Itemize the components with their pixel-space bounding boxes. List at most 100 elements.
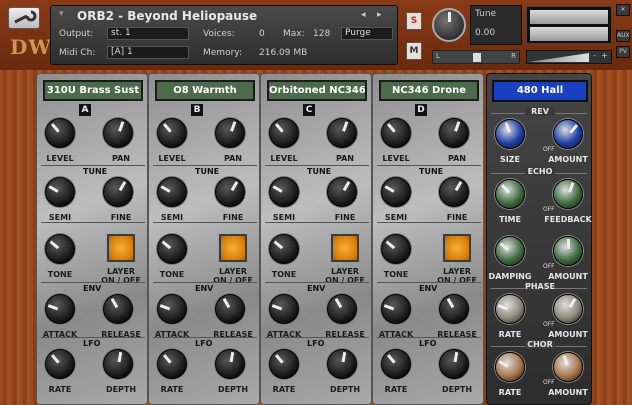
purge-label: Purge	[345, 28, 371, 38]
preset-display[interactable]: NC346 Drone	[379, 80, 479, 101]
semi-knob[interactable]	[381, 177, 411, 207]
rate-label: RATE	[498, 330, 522, 339]
section-divider	[41, 282, 145, 283]
pan-thumb[interactable]	[473, 53, 481, 62]
solo-button[interactable]: S	[406, 12, 422, 30]
tone-knob[interactable]	[269, 234, 299, 264]
output-label: Output:	[59, 29, 94, 39]
effects-panel: 480 Hall REV SIZE AMOUNT OFF ECHO TIME FEEDBAC…	[486, 73, 592, 405]
section-label-env: ENV	[195, 284, 214, 293]
level-knob[interactable]	[157, 118, 187, 148]
layer-toggle-button[interactable]	[219, 234, 247, 262]
channel-letter: B	[191, 104, 203, 116]
fx-section-echo: ECHO	[525, 167, 555, 176]
attack-knob[interactable]	[269, 294, 299, 324]
layer-toggle-button[interactable]	[331, 234, 359, 262]
level-knob[interactable]	[45, 118, 75, 148]
rate-knob[interactable]	[269, 349, 299, 379]
tone-knob[interactable]	[381, 234, 411, 264]
purge-select[interactable]: Purge	[341, 27, 393, 40]
release-knob[interactable]	[215, 294, 245, 324]
preset-display[interactable]: 310U Brass Sust	[43, 80, 143, 101]
tune-value[interactable]: 0.00	[475, 28, 495, 38]
pan-label: PAN	[223, 154, 242, 163]
volume-slider[interactable]: - +	[526, 50, 612, 64]
mute-button[interactable]: M	[406, 42, 422, 60]
echo-damping-knob[interactable]	[495, 236, 525, 266]
output-select[interactable]: st. 1	[107, 27, 189, 40]
pan-knob[interactable]	[215, 118, 245, 148]
rev-amount-knob[interactable]	[553, 119, 583, 149]
instrument-icon: ▾	[59, 9, 64, 19]
echo-feedback-knob[interactable]	[553, 179, 583, 209]
level-knob[interactable]	[381, 118, 411, 148]
layer-label: LAYER	[219, 267, 247, 276]
channel-letter: C	[303, 104, 315, 116]
tone-knob[interactable]	[157, 234, 187, 264]
chor-rate-knob[interactable]	[495, 352, 525, 382]
echo-amount-knob[interactable]	[553, 236, 583, 266]
semi-label: SEMI	[48, 213, 72, 222]
section-label-lfo: LFO	[307, 339, 325, 348]
attack-knob[interactable]	[45, 294, 75, 324]
close-icon[interactable]: ✕	[616, 4, 630, 16]
voices-value: 0	[259, 29, 265, 39]
semi-label: SEMI	[160, 213, 184, 222]
fine-knob[interactable]	[103, 177, 133, 207]
phase-amount-knob[interactable]	[553, 294, 583, 324]
rate-knob[interactable]	[157, 349, 187, 379]
instrument-title[interactable]: ORB2 - Beyond Heliopause	[77, 9, 257, 23]
tone-knob[interactable]	[45, 234, 75, 264]
next-arrow-icon[interactable]: ▸	[377, 10, 382, 20]
release-knob[interactable]	[439, 294, 469, 324]
echo-time-knob[interactable]	[495, 179, 525, 209]
fine-knob[interactable]	[327, 177, 357, 207]
preset-display[interactable]: Orbitoned NC346	[267, 80, 367, 101]
fine-knob[interactable]	[215, 177, 245, 207]
preset-display[interactable]: O8 Warmth	[155, 80, 255, 101]
reverb-preset-display[interactable]: 480 Hall	[492, 80, 588, 102]
section-label-lfo: LFO	[419, 339, 437, 348]
pan-knob[interactable]	[327, 118, 357, 148]
max-value[interactable]: 128	[313, 29, 330, 39]
semi-label: SEMI	[272, 213, 296, 222]
tune-knob[interactable]	[432, 8, 466, 42]
depth-knob[interactable]	[103, 349, 133, 379]
pan-label: PAN	[111, 154, 130, 163]
release-knob[interactable]	[103, 294, 133, 324]
section-divider	[41, 165, 145, 166]
attack-knob[interactable]	[157, 294, 187, 324]
fine-label: FINE	[446, 213, 468, 222]
pan-knob[interactable]	[439, 118, 469, 148]
semi-knob[interactable]	[45, 177, 75, 207]
rev-size-knob[interactable]	[495, 119, 525, 149]
release-knob[interactable]	[327, 294, 357, 324]
rate-knob[interactable]	[45, 349, 75, 379]
layer-toggle-button[interactable]	[107, 234, 135, 262]
chor-amount-knob[interactable]	[553, 352, 583, 382]
pan-label: PAN	[447, 154, 466, 163]
prev-arrow-icon[interactable]: ◂	[361, 10, 366, 20]
pan-slider[interactable]: L R	[432, 50, 520, 64]
fine-label: FINE	[334, 213, 356, 222]
section-divider	[153, 282, 257, 283]
section-divider	[377, 282, 481, 283]
level-knob[interactable]	[269, 118, 299, 148]
pan-knob[interactable]	[103, 118, 133, 148]
layer-toggle-button[interactable]	[443, 234, 471, 262]
midi-channel-select[interactable]: [A] 1	[107, 46, 189, 59]
fine-knob[interactable]	[439, 177, 469, 207]
tone-label: TONE	[383, 270, 409, 279]
attack-knob[interactable]	[381, 294, 411, 324]
rate-knob[interactable]	[381, 349, 411, 379]
semi-knob[interactable]	[269, 177, 299, 207]
wrench-icon[interactable]	[8, 7, 40, 29]
depth-knob[interactable]	[439, 349, 469, 379]
phase-rate-knob[interactable]	[495, 294, 525, 324]
volume-plus: +	[601, 51, 608, 60]
aux-button[interactable]: AUX	[616, 30, 630, 42]
pv-button[interactable]: PV	[616, 46, 630, 58]
depth-knob[interactable]	[215, 349, 245, 379]
depth-knob[interactable]	[327, 349, 357, 379]
semi-knob[interactable]	[157, 177, 187, 207]
